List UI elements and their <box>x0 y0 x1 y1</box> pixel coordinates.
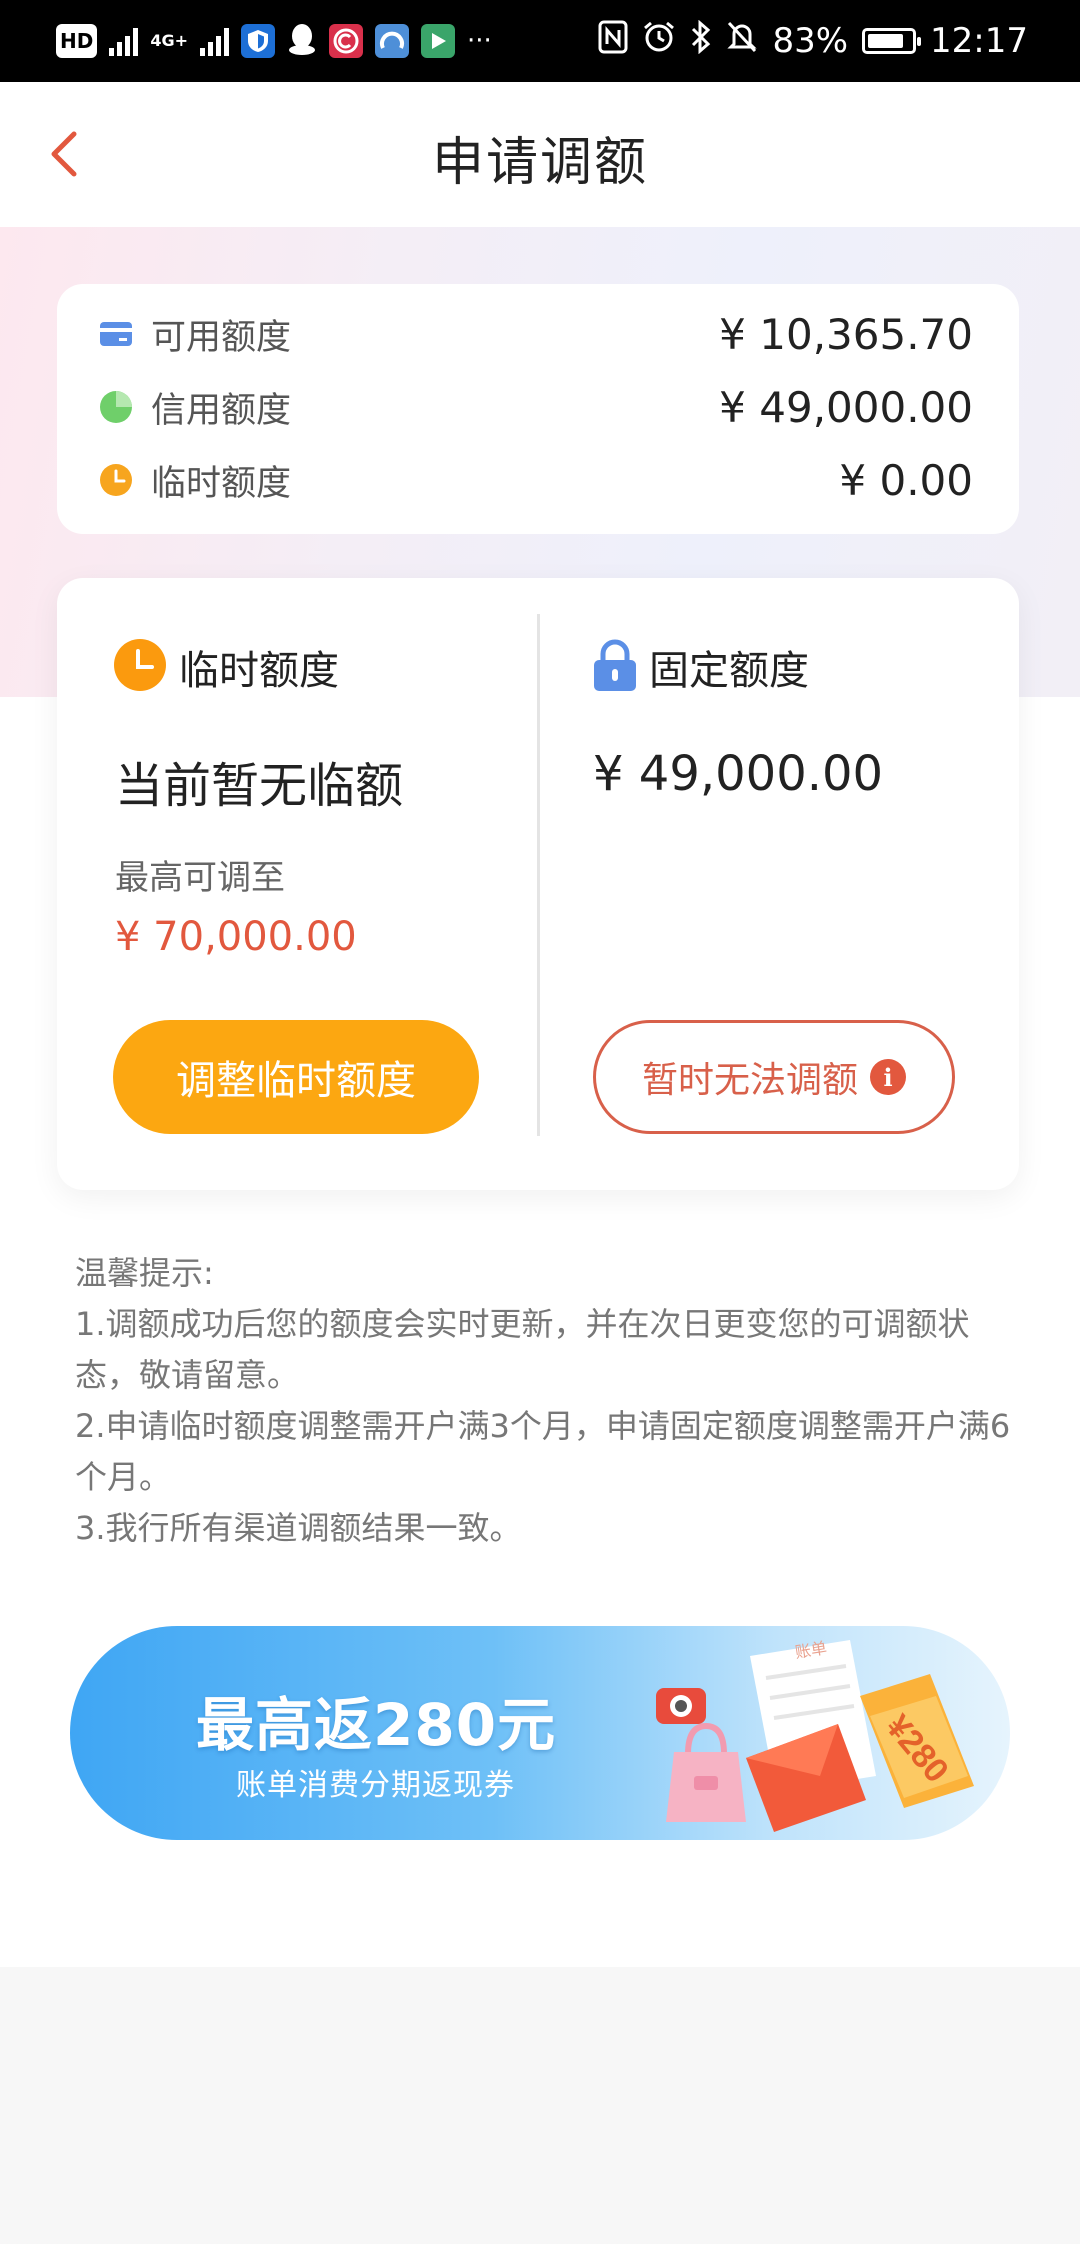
credit-summary-card: 可用额度 ¥ 10,365.70 信用额度 ¥ 49,000.00 临时额度 ¥… <box>57 284 1019 534</box>
play-app-icon <box>421 24 456 58</box>
pie-icon <box>99 390 133 424</box>
fixed-limit-section: 固定额度 ¥ 49,000.00 暂时无法调额 i <box>539 578 1019 1190</box>
status-bar-left: HD 4G+ ··· <box>56 18 492 64</box>
signal-1-icon <box>109 26 139 56</box>
page-title: 申请调额 <box>431 133 648 193</box>
max-adjust-value: ¥ 70,000.00 <box>115 914 357 960</box>
fixed-limit-title: 固定额度 <box>649 648 809 694</box>
network-indicator: 4G+ <box>150 33 188 49</box>
summary-label: 可用额度 <box>151 317 292 358</box>
tip-item: 3.我行所有渠道调额结果一致。 <box>75 1509 522 1547</box>
summary-value: ¥ 49,000.00 <box>719 382 973 432</box>
temporary-limit-title: 临时额度 <box>179 648 339 694</box>
camera-icon <box>656 1688 706 1724</box>
tip-item: 1.调额成功后您的额度会实时更新，并在次日更变您的可调额状态，敬请留意。 <box>75 1305 970 1394</box>
status-bar-right: 83% 12:17 <box>598 18 1028 64</box>
app-d-icon <box>375 24 410 58</box>
nav-bar: 申请调额 <box>0 82 1080 227</box>
max-adjust-label: 最高可调至 <box>115 858 285 898</box>
cannot-adjust-label: 暂时无法调额 <box>641 1060 858 1101</box>
signal-2-icon <box>200 26 230 56</box>
clock-icon <box>113 638 167 696</box>
battery-percent: 83% <box>772 21 849 61</box>
app-c-icon <box>329 24 364 58</box>
clock-time: 12:17 <box>930 21 1028 61</box>
summary-row-temporary: 临时额度 ¥ 0.00 <box>99 450 973 510</box>
handbag-icon <box>666 1722 746 1822</box>
summary-row-credit: 信用额度 ¥ 49,000.00 <box>99 377 973 437</box>
qq-icon <box>287 22 317 60</box>
more-notifications-icon: ··· <box>467 26 492 56</box>
alarm-icon <box>642 20 676 63</box>
clock-icon <box>99 463 133 497</box>
hd-icon: HD <box>56 24 98 58</box>
card-icon <box>99 317 133 351</box>
cannot-adjust-button[interactable]: 暂时无法调额 i <box>593 1020 955 1134</box>
summary-value: ¥ 10,365.70 <box>719 309 973 359</box>
fixed-limit-header: 固定额度 <box>593 638 809 696</box>
banner-title: 最高返280元 <box>196 1691 557 1759</box>
nfc-icon <box>598 20 628 63</box>
coupon-icon: ¥280 <box>860 1674 974 1808</box>
tip-item: 2.申请临时额度调整需开户满3个月，申请固定额度调整需开户满6个月。 <box>75 1407 1011 1496</box>
bluetooth-icon <box>690 19 712 63</box>
adjust-limit-card: 临时额度 当前暂无临额 最高可调至 ¥ 70,000.00 调整临时额度 固定额… <box>57 578 1019 1190</box>
summary-value: ¥ 0.00 <box>839 455 973 505</box>
bottom-area <box>0 1967 1080 2244</box>
temporary-limit-section: 临时额度 当前暂无临额 最高可调至 ¥ 70,000.00 调整临时额度 <box>57 578 537 1190</box>
summary-row-available: 可用额度 ¥ 10,365.70 <box>99 304 973 364</box>
info-icon[interactable]: i <box>870 1059 906 1095</box>
network-type: 4G+ <box>150 31 189 50</box>
battery-icon <box>862 28 922 54</box>
temporary-limit-header: 临时额度 <box>113 638 339 696</box>
shield-app-icon <box>241 24 276 58</box>
battery-fill <box>868 34 904 48</box>
banner-subtitle: 账单消费分期返现券 <box>236 1768 515 1803</box>
cashback-promo-banner[interactable]: 最高返280元 账单消费分期返现券 账单 ¥280 <box>70 1626 1010 1840</box>
mute-icon <box>726 20 758 63</box>
summary-label: 信用额度 <box>151 390 292 431</box>
tips-title: 温馨提示: <box>75 1254 214 1292</box>
fixed-limit-amount: ¥ 49,000.00 <box>593 746 884 802</box>
lock-icon <box>593 638 637 696</box>
banner-illustration: 账单 ¥280 <box>656 1639 974 1832</box>
temporary-limit-status: 当前暂无临额 <box>115 758 404 814</box>
tips-section: 温馨提示: 1.调额成功后您的额度会实时更新，并在次日更变您的可调额状态，敬请留… <box>75 1248 1015 1554</box>
status-bar: HD 4G+ ··· 83% 12:17 <box>0 0 1080 82</box>
summary-label: 临时额度 <box>151 463 292 504</box>
adjust-temporary-limit-button[interactable]: 调整临时额度 <box>113 1020 479 1134</box>
